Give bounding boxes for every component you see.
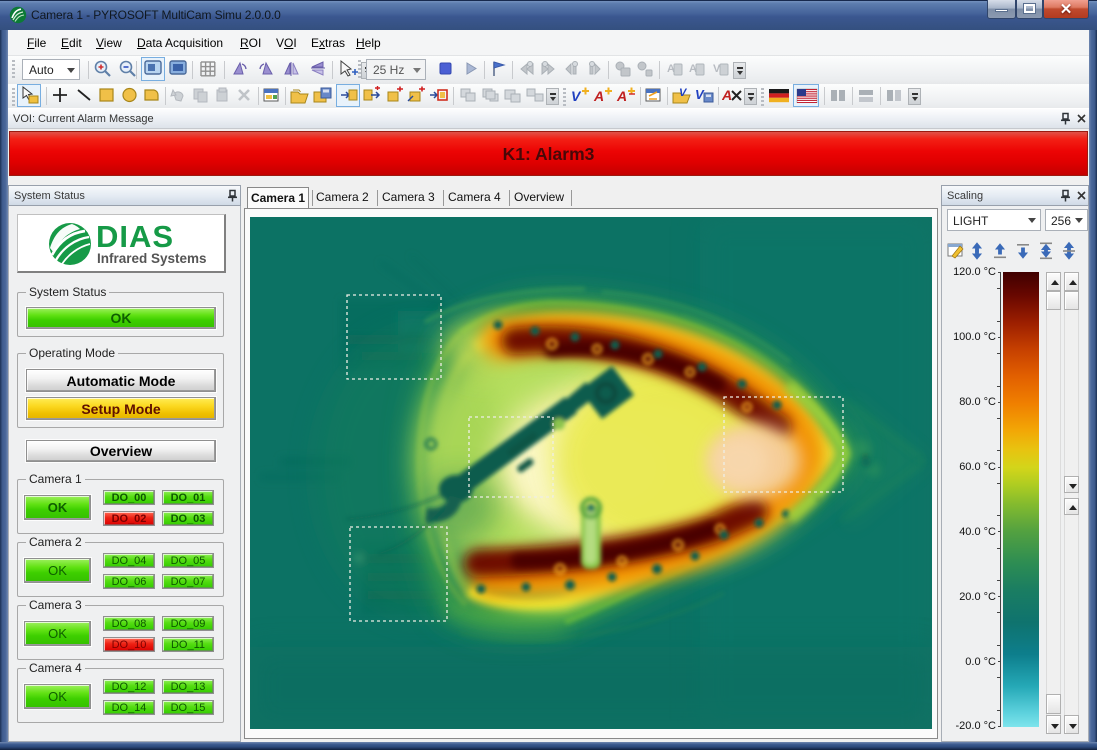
svg-text:A: A	[722, 87, 732, 103]
svg-text:V: V	[571, 88, 582, 104]
svg-text:A: A	[616, 88, 627, 104]
svg-text:A: A	[593, 88, 604, 104]
